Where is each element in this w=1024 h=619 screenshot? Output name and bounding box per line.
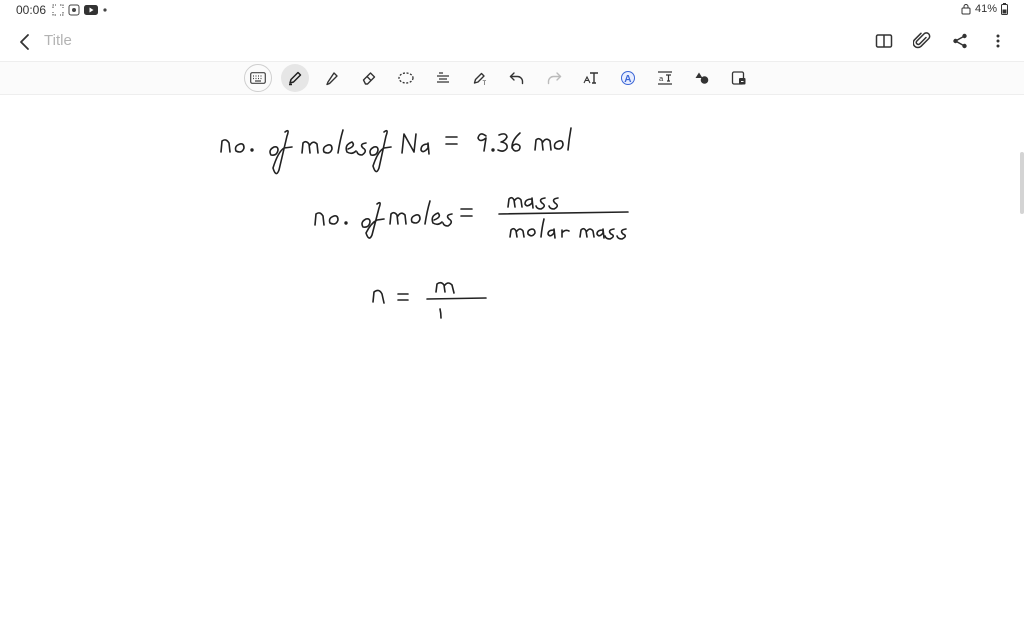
notification-dot-icon — [103, 8, 107, 12]
text-tool-icon — [583, 72, 598, 84]
title-bar: Title — [0, 24, 1024, 60]
image-insert-icon — [731, 71, 746, 85]
text-box-icon: a — [658, 71, 672, 85]
handwriting-line-1 — [220, 127, 572, 175]
status-right: 41% — [961, 3, 1008, 15]
screen-record-icon — [68, 4, 80, 16]
redo-icon — [547, 72, 562, 85]
note-title[interactable]: Title — [44, 32, 72, 49]
attach-button[interactable] — [910, 28, 934, 54]
svg-text:A: A — [624, 74, 631, 85]
undo-icon — [509, 72, 524, 85]
redo-button[interactable] — [540, 64, 568, 92]
screenshot-icon — [52, 4, 64, 16]
book-icon — [875, 34, 893, 48]
lasso-icon — [398, 72, 414, 84]
paperclip-icon — [913, 32, 931, 49]
text-align-icon — [437, 72, 449, 83]
text-align-tool[interactable] — [429, 64, 457, 92]
more-options-button[interactable] — [986, 28, 1010, 54]
style-icon: A — [621, 71, 635, 85]
keyboard-icon — [250, 72, 266, 84]
more-vertical-icon — [996, 34, 1000, 48]
youtube-icon — [84, 5, 98, 15]
lasso-tool[interactable] — [392, 64, 420, 92]
note-canvas[interactable] — [0, 94, 1024, 614]
scroll-handle[interactable] — [1020, 152, 1024, 214]
status-bar: 00:06 41% — [0, 0, 1024, 22]
battery-percent: 41% — [974, 3, 997, 15]
keyboard-tool[interactable] — [244, 64, 272, 92]
lock-icon — [961, 4, 971, 15]
highlighter-icon — [326, 72, 338, 86]
share-icon — [953, 33, 967, 49]
status-time: 00:06 — [16, 3, 47, 17]
image-insert-tool[interactable] — [725, 64, 753, 92]
pen-settings-tool[interactable]: T — [466, 64, 494, 92]
pen-tool[interactable] — [281, 64, 309, 92]
shapes-tool[interactable] — [688, 64, 716, 92]
share-button[interactable] — [948, 28, 972, 54]
style-tool[interactable]: A — [614, 64, 642, 92]
chevron-left-icon — [20, 34, 29, 50]
eraser-icon — [362, 72, 376, 85]
text-box-tool[interactable]: a — [651, 64, 679, 92]
eraser-tool[interactable] — [355, 64, 383, 92]
undo-button[interactable] — [503, 64, 531, 92]
text-tool[interactable] — [577, 64, 605, 92]
handwriting-line-2 — [314, 196, 629, 240]
svg-text:a: a — [659, 74, 664, 83]
shapes-icon — [695, 72, 709, 84]
handwriting-line-3 — [372, 281, 487, 319]
status-icons — [52, 3, 108, 17]
title-actions — [872, 28, 1010, 54]
reading-mode-button[interactable] — [872, 28, 896, 54]
highlighter-tool[interactable] — [318, 64, 346, 92]
pen-icon — [289, 71, 302, 86]
svg-text:T: T — [483, 81, 487, 86]
handwriting-layer — [220, 127, 629, 319]
pen-settings-icon: T — [473, 72, 487, 86]
battery-icon — [1001, 3, 1008, 15]
back-button[interactable] — [14, 30, 36, 54]
pen-toolbar: T A a — [0, 61, 1024, 95]
